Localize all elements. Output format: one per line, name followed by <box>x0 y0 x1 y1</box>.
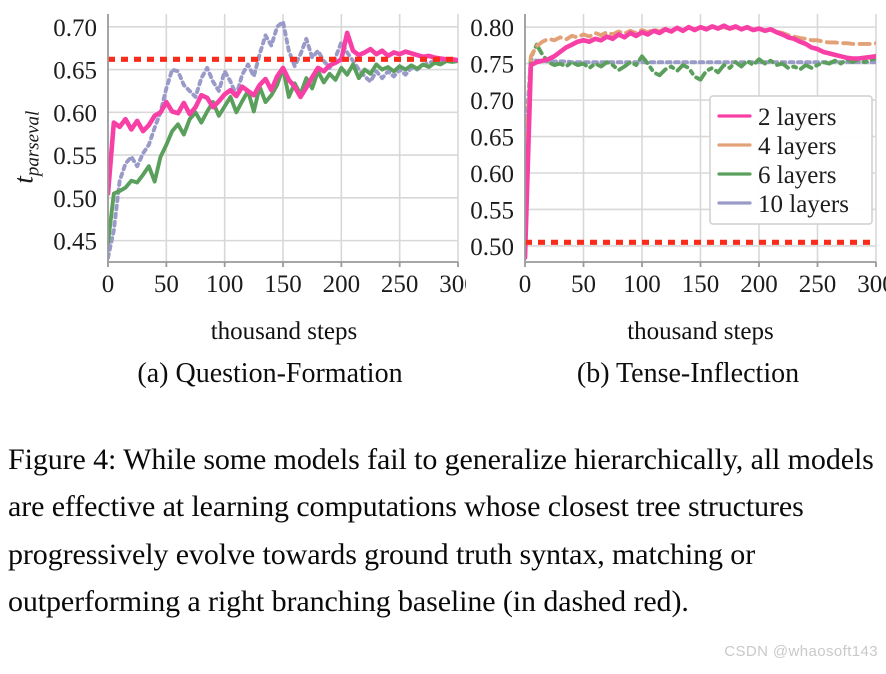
svg-text:0.50: 0.50 <box>53 186 97 213</box>
svg-text:0.65: 0.65 <box>470 125 514 152</box>
svg-text:0.70: 0.70 <box>53 15 97 42</box>
svg-text:150: 150 <box>682 271 720 298</box>
svg-text:0.55: 0.55 <box>470 197 514 224</box>
svg-text:200: 200 <box>740 271 778 298</box>
y-axis-label-subscript: parseval <box>22 110 44 176</box>
figure-graphic: tparseval 0.45 0.50 0.55 0.60 0.65 0.70 0 50 100… <box>0 0 886 400</box>
svg-text:250: 250 <box>799 271 837 298</box>
svg-text:50: 50 <box>571 271 596 298</box>
svg-text:0.45: 0.45 <box>53 229 97 256</box>
svg-text:2 layers: 2 layers <box>758 104 836 131</box>
figure-caption: Figure 4: While some models fail to gene… <box>8 443 874 619</box>
svg-text:0.65: 0.65 <box>53 58 97 85</box>
svg-text:0.50: 0.50 <box>470 234 514 261</box>
svg-text:200: 200 <box>323 271 361 298</box>
svg-text:250: 250 <box>381 271 419 298</box>
chart-panel-question-formation: tparseval 0.45 0.50 0.55 0.60 0.65 0.70 0 50 100… <box>0 0 466 400</box>
svg-text:0: 0 <box>519 271 532 298</box>
svg-text:0.55: 0.55 <box>53 143 97 170</box>
y-axis-label-base: t <box>7 175 38 184</box>
svg-text:100: 100 <box>206 271 244 298</box>
svg-text:150: 150 <box>264 271 302 298</box>
svg-text:0.70: 0.70 <box>470 88 514 115</box>
svg-text:300: 300 <box>857 271 886 298</box>
plot-area-b: 0.50 0.55 0.60 0.65 0.70 0.75 0.80 0 50 100 150 200… <box>470 14 886 298</box>
y-axis-label: tparseval <box>6 52 46 242</box>
panel-title-a: (a) Question-Formation <box>137 358 403 389</box>
plot-area-a: 0.45 0.50 0.55 0.60 0.65 0.70 0 50 100 150 200 250 3… <box>53 14 466 298</box>
x-axis-label-b: thousand steps <box>627 318 774 345</box>
chart-panel-tense-inflection: 0.50 0.55 0.60 0.65 0.70 0.75 0.80 0 50 100 150 200… <box>466 0 886 400</box>
svg-text:100: 100 <box>623 271 661 298</box>
panel-title-b: (b) Tense-Inflection <box>576 358 800 389</box>
svg-text:0.75: 0.75 <box>470 52 514 79</box>
svg-text:4 layers: 4 layers <box>758 133 836 160</box>
watermark: CSDN @whaosoft143 <box>724 643 878 660</box>
svg-text:10 layers: 10 layers <box>758 191 849 218</box>
svg-text:300: 300 <box>439 271 466 298</box>
svg-text:0.80: 0.80 <box>470 15 514 42</box>
svg-text:50: 50 <box>154 271 179 298</box>
svg-text:0.60: 0.60 <box>53 100 97 127</box>
svg-text:0: 0 <box>102 271 115 298</box>
x-axis-label-a: thousand steps <box>210 318 358 345</box>
svg-text:0.60: 0.60 <box>470 161 514 188</box>
svg-text:6 layers: 6 layers <box>758 162 836 189</box>
